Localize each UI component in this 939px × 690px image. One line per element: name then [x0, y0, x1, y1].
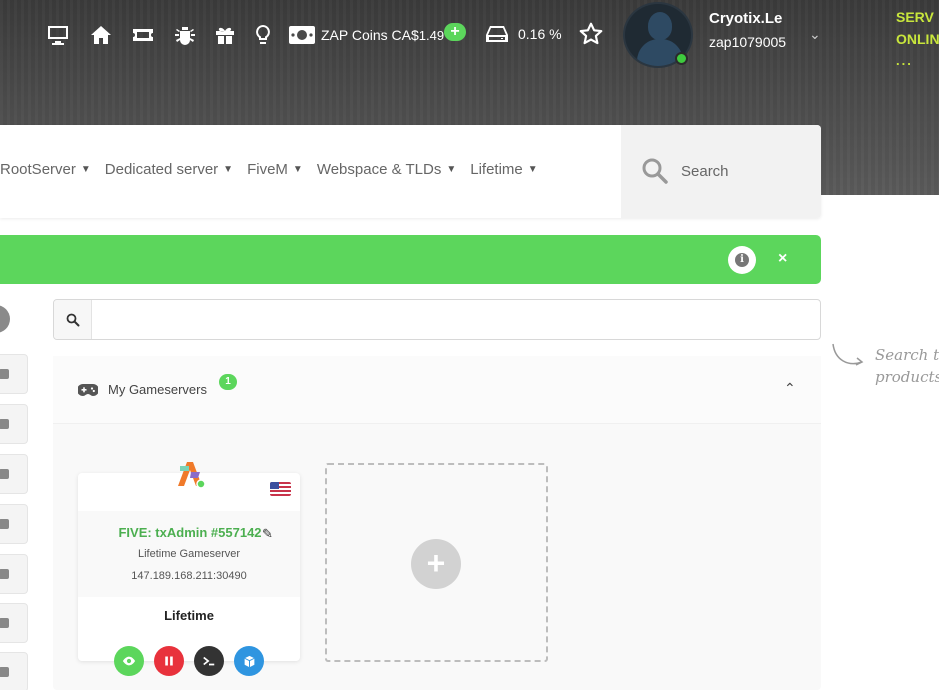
coins-label: ZAP Coins CA$	[321, 27, 419, 43]
sidebar-item-dashboard[interactable]	[0, 354, 28, 394]
nav-item-label: Webspace & TLDs	[316, 161, 442, 178]
chevron-down-icon: ▼	[223, 164, 234, 175]
star-icon[interactable]	[578, 21, 604, 47]
us-flag-icon	[270, 482, 291, 496]
box-icon	[243, 655, 255, 667]
nav-item-label: Lifetime	[470, 161, 523, 178]
search-icon	[66, 313, 80, 327]
ticket-icon[interactable]	[130, 22, 156, 48]
server-card[interactable]	[78, 473, 300, 661]
pause-icon	[165, 656, 173, 666]
home-icon[interactable]	[88, 22, 114, 48]
storage-usage[interactable]: 0.16 %	[485, 24, 562, 44]
server-status-line2: ONLIN	[896, 31, 939, 47]
close-notice-button[interactable]: ×	[778, 250, 787, 268]
main-navigation: RootServer ▼ Dedicated server ▼ FiveM ▼ Web…	[0, 125, 821, 218]
nav-item-label: RootServer	[0, 161, 76, 178]
server-name[interactable]: FIVE: txAdmin #557142	[78, 525, 278, 540]
ticket-icon	[0, 419, 9, 429]
top-bar: ZAP Coins CA$ 1.49 + 0.16 % Cryotix.Le za…	[0, 0, 939, 70]
search-icon-box	[54, 300, 92, 339]
user-id[interactable]: zap1079005	[709, 34, 786, 50]
info-icon: i	[735, 253, 749, 267]
zap-coins-display[interactable]: ZAP Coins CA$ 1.49	[289, 23, 444, 47]
storage-icon	[486, 26, 508, 42]
chevron-down-icon[interactable]: ⌄	[809, 26, 821, 43]
lightbulb-icon[interactable]	[250, 22, 276, 48]
nav-search-label: Search	[681, 163, 729, 180]
server-plan: Lifetime	[164, 608, 214, 623]
chevron-down-icon: ▼	[527, 164, 538, 175]
info-button[interactable]: i	[728, 246, 756, 274]
server-status-dots: ...	[896, 53, 913, 68]
nav-item-label: FiveM	[247, 161, 288, 178]
terminal-icon	[203, 656, 215, 666]
sidebar-item-messages[interactable]	[0, 603, 28, 643]
package-button[interactable]	[234, 646, 264, 676]
server-ip: 147.189.168.211:30490	[131, 570, 247, 582]
product-search	[53, 299, 821, 340]
plus-icon: +	[411, 539, 461, 589]
nav-item-lifetime[interactable]: Lifetime ▼	[470, 161, 537, 178]
user-name[interactable]: Cryotix.Le	[709, 10, 782, 27]
bug-icon[interactable]	[172, 22, 198, 48]
search-hint: Search t products	[875, 346, 939, 386]
gameservers-title: My Gameservers	[108, 382, 207, 397]
server-type: Lifetime Gameserver	[137, 548, 241, 560]
server-status: SERV ONLIN ...	[896, 6, 939, 72]
money-icon	[289, 26, 315, 44]
sidebar-item-tickets[interactable]	[0, 404, 28, 444]
add-coins-button[interactable]: +	[444, 23, 466, 41]
mail-icon	[0, 618, 9, 628]
chevron-up-icon[interactable]: ⌃	[784, 380, 796, 397]
server-icon	[0, 469, 9, 479]
gamepad-icon	[78, 384, 98, 396]
nav-search-button[interactable]: Search	[621, 125, 821, 218]
ticket-icon	[0, 519, 9, 529]
nav-item-fivem[interactable]: FiveM ▼	[247, 161, 303, 178]
storage-value: 0.16 %	[518, 26, 562, 42]
eye-icon	[122, 656, 136, 666]
search-input[interactable]	[94, 300, 819, 339]
view-server-button[interactable]	[114, 646, 144, 676]
sidebar-item-servers[interactable]	[0, 454, 28, 494]
gift-icon[interactable]	[212, 22, 238, 48]
nav-item-label: Dedicated server	[104, 161, 219, 178]
gameservers-header[interactable]: My Gameservers 1 ⌃	[53, 356, 821, 424]
users-icon	[0, 667, 9, 677]
sidebar-item-billing[interactable]	[0, 504, 28, 544]
notice-banner	[0, 235, 821, 284]
nav-item-webspace[interactable]: Webspace & TLDs ▼	[317, 161, 456, 178]
search-icon	[642, 158, 668, 184]
cart-icon	[0, 569, 9, 579]
pencil-icon[interactable]: ✎	[262, 526, 273, 542]
coins-value: 1.49	[418, 27, 445, 43]
nav-menu: RootServer ▼ Dedicated server ▼ FiveM ▼ Web…	[0, 161, 552, 178]
dashboard-icon	[0, 369, 9, 379]
fivem-logo-icon	[178, 462, 206, 489]
gameservers-count-badge: 1	[219, 374, 237, 390]
console-button[interactable]	[194, 646, 224, 676]
online-status-dot	[675, 52, 688, 65]
chevron-down-icon: ▼	[80, 164, 91, 175]
hint-arrow-icon	[832, 343, 864, 366]
sidebar-item-shop[interactable]	[0, 554, 28, 594]
pause-server-button[interactable]	[154, 646, 184, 676]
chevron-down-icon: ▼	[446, 164, 457, 175]
nav-item-rootserver[interactable]: RootServer ▼	[0, 161, 91, 178]
server-status-line1: SERV	[896, 9, 934, 25]
monitor-icon[interactable]	[45, 22, 71, 48]
chevron-down-icon: ▼	[292, 164, 303, 175]
add-server-card[interactable]: +	[325, 463, 548, 662]
sidebar-item-users[interactable]	[0, 652, 28, 690]
nav-item-dedicated-server[interactable]: Dedicated server ▼	[105, 161, 233, 178]
